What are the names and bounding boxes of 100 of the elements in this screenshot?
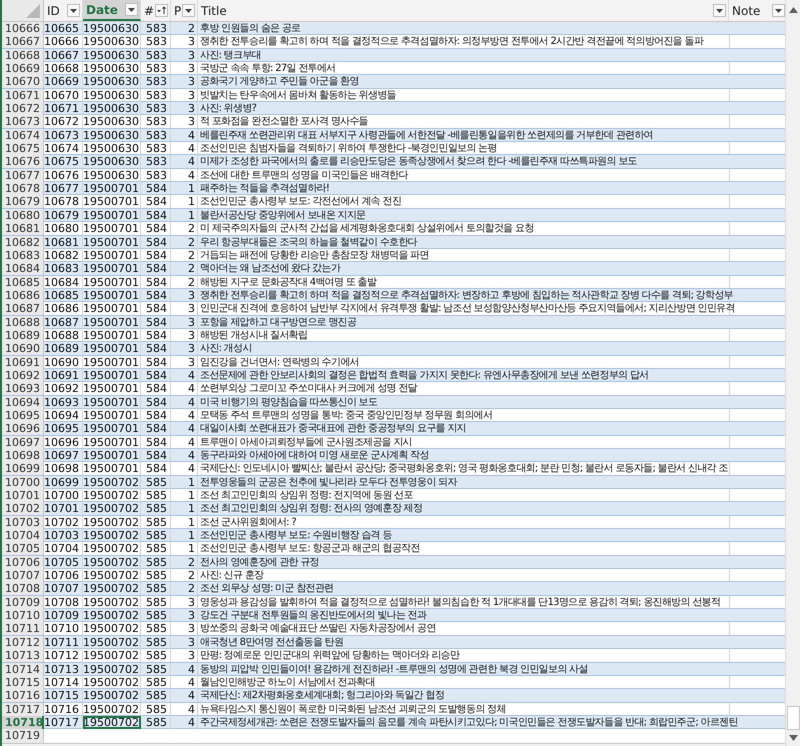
- row-header[interactable]: 10710: [2, 609, 44, 622]
- row-header[interactable]: 10706: [2, 556, 44, 569]
- filter-button[interactable]: [772, 4, 785, 17]
- sort-filter-icon: [156, 6, 167, 15]
- table-cell: 19500630: [83, 75, 141, 88]
- table-cell: 10680: [44, 222, 83, 236]
- row-header[interactable]: 10689: [2, 328, 44, 342]
- table-cell-text: 사진: 위생병?: [199, 102, 258, 116]
- row-header[interactable]: 10717: [2, 702, 44, 716]
- row-header[interactable]: 10705: [2, 542, 44, 556]
- row-header[interactable]: 10688: [2, 316, 44, 329]
- row-header[interactable]: 10679: [2, 195, 44, 208]
- table-cell: 3: [171, 75, 198, 88]
- row-header[interactable]: 10716: [2, 689, 44, 702]
- table-cell: 19500702: [83, 582, 141, 596]
- table-cell-text: 조선인민군 총사령부 보도: 수원비행장 습격 등: [199, 529, 393, 542]
- table-cell: 10689: [44, 342, 83, 356]
- row-header[interactable]: 10713: [2, 649, 44, 662]
- row-header[interactable]: 10701: [2, 489, 44, 502]
- row-header[interactable]: 10707: [2, 569, 44, 582]
- table-cell-text: 조선인민군 총사령부 보도: 항공군과 해군의 협공작전: [199, 542, 421, 556]
- row-header[interactable]: 10693: [2, 382, 44, 396]
- filter-button[interactable]: [155, 4, 168, 17]
- row-header[interactable]: 10672: [2, 102, 44, 116]
- row-header[interactable]: 10719: [2, 729, 44, 743]
- filter-button[interactable]: [713, 4, 726, 17]
- row-header[interactable]: 10696: [2, 422, 44, 436]
- table-cell: 10701: [44, 502, 83, 516]
- table-cell: 4: [171, 716, 198, 729]
- row-header[interactable]: 10675: [2, 142, 44, 156]
- scroll-up-icon[interactable]: [788, 7, 798, 13]
- row-header[interactable]: 10669: [2, 62, 44, 76]
- row-header[interactable]: 10692: [2, 368, 44, 382]
- filter-button[interactable]: [182, 4, 195, 17]
- row-header[interactable]: 10709: [2, 596, 44, 609]
- table-cell: 1: [171, 542, 198, 556]
- row-header[interactable]: 10690: [2, 342, 44, 356]
- column-header: Note: [732, 4, 760, 18]
- table-cell: 3: [171, 649, 198, 662]
- row-header[interactable]: 10699: [2, 462, 44, 476]
- row-header[interactable]: 10682: [2, 236, 44, 248]
- row-header[interactable]: 10684: [2, 262, 44, 276]
- row-header[interactable]: 10687: [2, 302, 44, 316]
- table-cell: 3: [171, 622, 198, 636]
- table-cell-text: 전투영웅들의 군공은 천추에 빛나리라 모두다 전투영웅이 되자: [199, 476, 458, 489]
- table-cell-text: 인민군대 진격에 호응하여 남반부 각지에서 유격투쟁 활발: 남조선 보성함양산청부산마산등 주요지역들에서; 지리산방면 인민유격: [199, 302, 736, 316]
- row-header[interactable]: 10683: [2, 248, 44, 262]
- row-header[interactable]: 10686: [2, 288, 44, 302]
- row-header[interactable]: 10698: [2, 449, 44, 462]
- table-cell-text: 미제가 조성한 파국에서의 출로를 리승만도당은 동족상쟁에서 찾으려 한다 -베를린주재 따쓰특파원의 보도: [199, 155, 638, 168]
- scroll-thumb[interactable]: [786, 706, 800, 730]
- row-header[interactable]: 10674: [2, 128, 44, 142]
- row-header[interactable]: 10685: [2, 276, 44, 289]
- row-header[interactable]: 10700: [2, 476, 44, 489]
- table-cell-text: 뉴욕타임스지 통신원이 폭로한 미국화된 남조선 괴뢰군의 도발행동의 정체: [199, 702, 507, 716]
- filter-button[interactable]: [125, 3, 138, 16]
- row-header[interactable]: 10718: [2, 716, 44, 729]
- row-header[interactable]: 10703: [2, 516, 44, 529]
- row-header[interactable]: 10673: [2, 115, 44, 128]
- row-header[interactable]: 10694: [2, 396, 44, 409]
- table-cell: 584: [141, 382, 171, 396]
- table-cell: 584: [141, 422, 171, 436]
- row-header[interactable]: 10681: [2, 222, 44, 236]
- table-cell: 583: [141, 115, 171, 128]
- table-cell: 2: [171, 262, 198, 276]
- table-cell: 19500702: [83, 649, 141, 662]
- row-header[interactable]: 10668: [2, 48, 44, 62]
- row-header[interactable]: 10704: [2, 529, 44, 542]
- caret-icon: [70, 8, 77, 12]
- row-header[interactable]: 10711: [2, 622, 44, 636]
- row-header[interactable]: 10678: [2, 182, 44, 196]
- row-header[interactable]: 10715: [2, 676, 44, 689]
- table-cell: 10666: [44, 35, 83, 48]
- row-header[interactable]: 10691: [2, 356, 44, 369]
- table-cell: 19500702: [83, 542, 141, 556]
- table-cell: 19500701: [83, 302, 141, 316]
- row-header[interactable]: 10677: [2, 168, 44, 182]
- row-header[interactable]: 10714: [2, 662, 44, 676]
- table-cell: 10717: [44, 716, 83, 729]
- table-cell-text: 쏘련부외상 그로미꼬 주쏘미대사 커크에게 성명 전달: [199, 382, 418, 396]
- filter-button[interactable]: [67, 4, 80, 17]
- vertical-scrollbar[interactable]: [785, 0, 800, 746]
- table-cell-text: 해방된 개성시내 질서확립: [199, 328, 308, 342]
- row-header[interactable]: 10697: [2, 436, 44, 449]
- table-cell: 585: [141, 502, 171, 516]
- row-header[interactable]: 10708: [2, 582, 44, 596]
- scroll-down-icon[interactable]: [788, 735, 798, 741]
- table-cell: 584: [141, 462, 171, 476]
- row-header[interactable]: 10676: [2, 155, 44, 168]
- row-header[interactable]: 10712: [2, 636, 44, 649]
- row-header[interactable]: 10666: [2, 22, 44, 35]
- row-header[interactable]: 10695: [2, 408, 44, 422]
- row-header[interactable]: 10667: [2, 35, 44, 48]
- row-header[interactable]: 10702: [2, 502, 44, 516]
- row-header[interactable]: 10670: [2, 75, 44, 88]
- table-cell-text: 사진: 신규 훈장: [199, 569, 265, 582]
- caret-icon: [128, 8, 135, 12]
- table-cell-text: 임진강을 건너면서: 연락병의 수기에서: [199, 356, 360, 369]
- row-header[interactable]: 10680: [2, 208, 44, 222]
- row-header[interactable]: 10671: [2, 88, 44, 102]
